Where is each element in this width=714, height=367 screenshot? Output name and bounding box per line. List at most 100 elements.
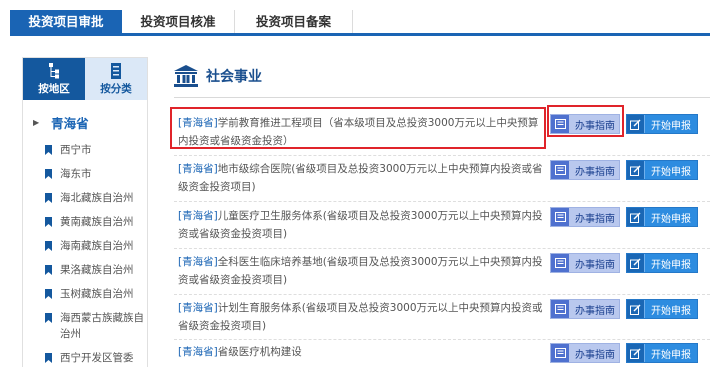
institution-building-icon bbox=[174, 65, 198, 87]
guide-label: 办事指南 bbox=[575, 349, 615, 361]
guide-button[interactable]: 办事指南 bbox=[550, 114, 620, 134]
guide-label: 办事指南 bbox=[575, 166, 615, 178]
row-separator bbox=[174, 248, 710, 249]
tab-verification[interactable]: 投资项目核准 bbox=[122, 10, 235, 33]
apply-button[interactable]: 开始申报 bbox=[626, 114, 698, 134]
bookmark-icon bbox=[45, 353, 52, 363]
city-label: 黄南藏族自治州 bbox=[60, 216, 134, 228]
by-category-label: 按分类 bbox=[100, 82, 132, 95]
bookmark-icon bbox=[45, 145, 52, 155]
project-text: 省级医疗机构建设 bbox=[217, 346, 302, 358]
project-link[interactable]: [青海省]学前教育推进工程项目（省本级项目及总投资3000万元以上中央预算内投资… bbox=[178, 114, 546, 150]
edit-icon bbox=[627, 161, 645, 179]
guide-label: 办事指南 bbox=[575, 213, 615, 225]
city-item[interactable]: 海西蒙古族藏族自治州 bbox=[23, 310, 147, 342]
project-link[interactable]: [青海省]省级医疗机构建设 bbox=[178, 343, 546, 361]
project-text: 学前教育推进工程项目（省本级项目及总投资3000万元以上中央预算内投资或省级资金… bbox=[178, 117, 539, 147]
city-label: 玉树藏族自治州 bbox=[60, 288, 134, 300]
apply-button[interactable]: 开始申报 bbox=[626, 299, 698, 319]
region-tag: [青海省] bbox=[178, 163, 218, 175]
caret-right-icon: ▶ bbox=[33, 117, 40, 127]
bookmark-icon bbox=[45, 313, 52, 323]
region-tag: [青海省] bbox=[178, 346, 218, 358]
tab-filing[interactable]: 投资项目备案 bbox=[235, 10, 353, 33]
bookmark-icon bbox=[45, 265, 52, 275]
region-tag: [青海省] bbox=[178, 302, 218, 314]
bookmark-icon bbox=[45, 241, 52, 251]
region-tree-icon bbox=[49, 62, 59, 78]
bookmark-icon bbox=[45, 217, 52, 227]
apply-label: 开始申报 bbox=[651, 166, 691, 178]
apply-button[interactable]: 开始申报 bbox=[626, 253, 698, 273]
guide-button[interactable]: 办事指南 bbox=[550, 207, 620, 227]
city-label: 海西蒙古族藏族自治州 bbox=[60, 312, 144, 340]
row-separator bbox=[174, 339, 710, 340]
city-label: 西宁开发区管委 bbox=[60, 352, 134, 364]
city-label: 海东市 bbox=[60, 168, 92, 180]
project-text: 地市级综合医院(省级项目及总投资3000万元以上中央预算内投资或省级资金投资项目… bbox=[178, 163, 543, 193]
edit-icon bbox=[627, 115, 645, 133]
tab-approval[interactable]: 投资项目审批 bbox=[10, 10, 122, 33]
guide-label: 办事指南 bbox=[575, 305, 615, 317]
apply-button[interactable]: 开始申报 bbox=[626, 343, 698, 363]
apply-button[interactable]: 开始申报 bbox=[626, 160, 698, 180]
region-tree: ▶ 青海省 西宁市 海东市 海北藏族自治州 黄南藏族自治州 海南藏族自治州 果洛… bbox=[23, 110, 147, 366]
bookmark-icon bbox=[45, 169, 52, 179]
bookmark-icon bbox=[45, 193, 52, 203]
edit-icon bbox=[627, 208, 645, 226]
row-separator bbox=[174, 201, 710, 202]
guide-label: 办事指南 bbox=[575, 259, 615, 271]
apply-label: 开始申报 bbox=[651, 213, 691, 225]
apply-label: 开始申报 bbox=[651, 305, 691, 317]
guide-book-icon bbox=[551, 300, 569, 318]
city-item[interactable]: 玉树藏族自治州 bbox=[23, 286, 147, 302]
city-item[interactable]: 西宁市 bbox=[23, 142, 147, 158]
by-region-button[interactable]: 按地区 bbox=[23, 58, 85, 100]
region-tag: [青海省] bbox=[178, 256, 218, 268]
apply-label: 开始申报 bbox=[651, 259, 691, 271]
bookmark-icon bbox=[45, 289, 52, 299]
project-text: 计划生育服务体系(省级项目及总投资3000万元以上中央预算内投资或省级资金投资项… bbox=[178, 302, 543, 332]
guide-button[interactable]: 办事指南 bbox=[550, 160, 620, 180]
city-label: 海北藏族自治州 bbox=[60, 192, 134, 204]
region-sidebar: 按地区 按分类 ▶ 青海省 西宁市 海东市 海北藏族自治州 黄南藏族自治州 海南… bbox=[22, 57, 148, 367]
guide-book-icon bbox=[551, 344, 569, 362]
guide-book-icon bbox=[551, 254, 569, 272]
apply-button[interactable]: 开始申报 bbox=[626, 207, 698, 227]
project-link[interactable]: [青海省]计划生育服务体系(省级项目及总投资3000万元以上中央预算内投资或省级… bbox=[178, 299, 546, 335]
edit-icon bbox=[627, 344, 645, 362]
city-item[interactable]: 海南藏族自治州 bbox=[23, 238, 147, 254]
project-text: 儿童医疗卫生服务体系(省级项目及总投资3000万元以上中央预算内投资或省级资金投… bbox=[178, 210, 543, 240]
guide-book-icon bbox=[551, 161, 569, 179]
guide-label: 办事指南 bbox=[575, 120, 615, 132]
province-item[interactable]: ▶ 青海省 bbox=[23, 110, 147, 134]
city-item[interactable]: 海东市 bbox=[23, 166, 147, 182]
project-link[interactable]: [青海省]全科医生临床培养基地(省级项目及总投资3000万元以上中央预算内投资或… bbox=[178, 253, 546, 289]
region-tag: [青海省] bbox=[178, 210, 218, 222]
apply-label: 开始申报 bbox=[651, 120, 691, 132]
edit-icon bbox=[627, 254, 645, 272]
section-title: 社会事业 bbox=[206, 69, 262, 85]
project-link[interactable]: [青海省]地市级综合医院(省级项目及总投资3000万元以上中央预算内投资或省级资… bbox=[178, 160, 546, 196]
guide-button[interactable]: 办事指南 bbox=[550, 253, 620, 273]
city-item[interactable]: 西宁开发区管委 bbox=[23, 350, 147, 366]
section-divider bbox=[174, 97, 710, 98]
guide-book-icon bbox=[551, 208, 569, 226]
apply-label: 开始申报 bbox=[651, 349, 691, 361]
by-category-button[interactable]: 按分类 bbox=[85, 58, 147, 100]
guide-button[interactable]: 办事指南 bbox=[550, 343, 620, 363]
row-separator bbox=[174, 155, 710, 156]
by-region-label: 按地区 bbox=[38, 82, 70, 95]
section-header: 社会事业 bbox=[174, 65, 262, 87]
city-label: 西宁市 bbox=[60, 144, 92, 156]
guide-book-icon bbox=[551, 115, 569, 133]
city-item[interactable]: 果洛藏族自治州 bbox=[23, 262, 147, 278]
view-toggle: 按地区 按分类 bbox=[23, 58, 147, 100]
top-tab-bar: 投资项目审批 投资项目核准 投资项目备案 bbox=[10, 10, 710, 36]
city-item[interactable]: 海北藏族自治州 bbox=[23, 190, 147, 206]
guide-button[interactable]: 办事指南 bbox=[550, 299, 620, 319]
city-item[interactable]: 黄南藏族自治州 bbox=[23, 214, 147, 230]
project-text: 全科医生临床培养基地(省级项目及总投资3000万元以上中央预算内投资或省级资金投… bbox=[178, 256, 543, 286]
project-link[interactable]: [青海省]儿童医疗卫生服务体系(省级项目及总投资3000万元以上中央预算内投资或… bbox=[178, 207, 546, 243]
city-label: 果洛藏族自治州 bbox=[60, 264, 134, 276]
